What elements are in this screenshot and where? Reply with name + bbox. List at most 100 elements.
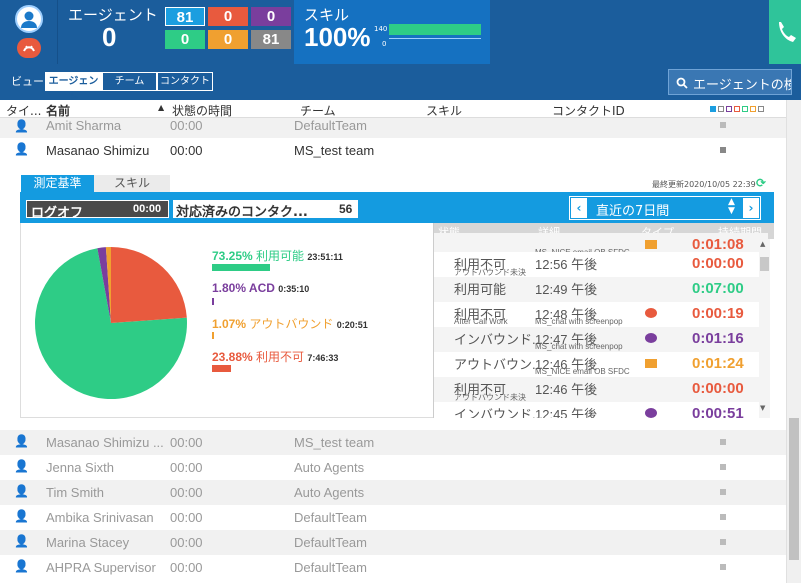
table-row[interactable]: 👤 Amit Sharma 00:00 DefaultTeam bbox=[0, 118, 786, 138]
period-value[interactable]: 直近の7日間 bbox=[596, 200, 669, 219]
list-item[interactable]: インバウンド... 12:47 午後 MS_chat with screenpop 0… bbox=[434, 327, 768, 352]
tab-agents[interactable]: エージェント bbox=[45, 72, 102, 104]
period-dropdown-icon[interactable]: ▲ ▼ bbox=[728, 198, 735, 216]
list-scrollbar[interactable]: ▲ ▼ bbox=[759, 239, 770, 418]
status-square bbox=[720, 147, 726, 153]
counter-loggedout[interactable]: 81 bbox=[251, 30, 291, 49]
list-detail: MS_chat with screenpop bbox=[535, 342, 623, 351]
header-name[interactable]: 名前 bbox=[46, 102, 70, 119]
table-row[interactable]: 👤 Masanao Shimizu 00:00 MS_test team bbox=[0, 138, 786, 163]
table-row[interactable]: 👤 Ambika Srinivasan 00:00 DefaultTeam bbox=[0, 505, 786, 530]
table-row[interactable]: 👤 Jenna Sixth 00:00 Auto Agents bbox=[0, 455, 786, 480]
header-state-time[interactable]: 状態の時間 bbox=[172, 102, 232, 119]
table-row[interactable]: 👤 Marina Stacey 00:00 DefaultTeam bbox=[0, 530, 786, 555]
header-team[interactable]: チーム bbox=[300, 102, 336, 119]
list-duration: 0:01:16 bbox=[692, 330, 744, 347]
team: DefaultTeam bbox=[294, 535, 367, 550]
skill-bar-fill bbox=[389, 24, 481, 35]
tab-metrics[interactable]: 測定基準 bbox=[21, 175, 94, 192]
state-time: 00:00 bbox=[170, 143, 203, 158]
table-row[interactable]: 👤 Tim Smith 00:00 Auto Agents bbox=[0, 480, 786, 505]
state-time: 00:00 bbox=[170, 560, 203, 575]
tab-skills[interactable]: スキル bbox=[94, 175, 170, 192]
list-item[interactable]: アウトバウン... 12:46 午後 MS_NICE email OB SFDC 0:… bbox=[434, 352, 768, 377]
list-detail: MS_NICE email OB SFDC bbox=[535, 367, 630, 376]
scroll-thumb[interactable] bbox=[789, 418, 799, 560]
logoff-time: 00:00 bbox=[133, 203, 162, 215]
search-box[interactable]: エージェントの検索 bbox=[668, 69, 792, 95]
metric-label: アウトバウンド bbox=[249, 317, 334, 331]
prev-period-button[interactable]: ‹ bbox=[571, 198, 587, 218]
color-legend-icon[interactable] bbox=[710, 106, 772, 114]
skill-scale-max: 140 bbox=[374, 25, 388, 33]
avatar[interactable] bbox=[15, 5, 43, 33]
counter-available[interactable]: 0 bbox=[165, 30, 205, 49]
status-square bbox=[720, 489, 726, 495]
phone-button[interactable] bbox=[769, 0, 801, 64]
logoff-box: ログオフ 00:00 bbox=[26, 200, 169, 221]
metric-pct: 23.88% bbox=[212, 350, 253, 364]
metric-unavailable: 23.88% 利用不可 7:46:33 bbox=[212, 348, 338, 365]
list-item[interactable]: 利用不可 アウトバウンド未決 12:46 午後 0:00:00 bbox=[434, 377, 768, 402]
counter-acd[interactable]: 81 bbox=[165, 7, 205, 26]
search-input[interactable]: エージェントの検索 bbox=[693, 74, 791, 93]
counter-inbound[interactable]: 0 bbox=[251, 7, 291, 26]
table-row[interactable]: 👤 AHPRA Supervisor 00:00 DefaultTeam bbox=[0, 555, 786, 580]
state-time: 00:00 bbox=[170, 535, 203, 550]
logout-icon[interactable] bbox=[17, 38, 41, 58]
state-time: 00:00 bbox=[170, 118, 203, 133]
header-type[interactable]: タイ... bbox=[6, 102, 41, 119]
list-time: 12:45 午後 bbox=[535, 407, 598, 418]
period-selector[interactable]: ‹ 直近の7日間 ▲ ▼ › bbox=[569, 196, 761, 220]
person-icon: 👤 bbox=[14, 534, 29, 548]
refresh-icon[interactable]: ⟳ bbox=[756, 176, 766, 190]
metric-bar-unavailable bbox=[212, 365, 231, 372]
tab-contacts[interactable]: コンタクト bbox=[157, 72, 213, 91]
user-icon bbox=[21, 11, 37, 28]
agent-name: Marina Stacey bbox=[46, 535, 130, 550]
tab-teams[interactable]: チーム bbox=[102, 72, 157, 91]
history-list: 状態 詳細 タイプ 持続期間 MS_NICE email OB SFDC0:01… bbox=[433, 223, 774, 418]
list-time: 12:56 午後 bbox=[535, 257, 598, 272]
team: DefaultTeam bbox=[294, 118, 367, 133]
team: DefaultTeam bbox=[294, 510, 367, 525]
skill-summary: スキル 100% 140 0 bbox=[294, 0, 490, 64]
agent-name: Amit Sharma bbox=[46, 118, 122, 133]
header-contact-id[interactable]: コンタクトID bbox=[552, 102, 625, 119]
metric-time: 7:46:33 bbox=[307, 353, 339, 363]
next-period-button[interactable]: › bbox=[743, 198, 759, 218]
agent-avatar-panel bbox=[0, 0, 58, 64]
chat-icon bbox=[645, 333, 657, 343]
header-skill[interactable]: スキル bbox=[426, 102, 462, 119]
chart-area: 73.25% 利用可能 23:51:11 1.80% ACD 0:35:10 1… bbox=[20, 223, 439, 418]
state-time: 00:00 bbox=[170, 510, 203, 525]
metric-pct: 73.25% bbox=[212, 249, 253, 263]
scroll-down-icon[interactable]: ▼ bbox=[760, 404, 765, 412]
list-item[interactable]: 利用不可 After Call Work 12:48 午後 MS_chat with … bbox=[434, 302, 768, 327]
agent-name: Jenna Sixth bbox=[46, 460, 114, 475]
status-square bbox=[720, 564, 726, 570]
counter-outbound[interactable]: 0 bbox=[208, 30, 248, 49]
status-square bbox=[720, 539, 726, 545]
counter-unavailable[interactable]: 0 bbox=[208, 7, 248, 26]
table-row[interactable]: 👤 Masanao Shimizu ... 00:00 MS_test team bbox=[0, 430, 786, 455]
team: MS_test team bbox=[294, 143, 375, 158]
table-scrollbar[interactable] bbox=[786, 100, 801, 583]
scroll-up-icon[interactable]: ▲ bbox=[760, 240, 765, 248]
list-item[interactable]: 利用可能 12:49 午後 0:07:00 bbox=[434, 277, 768, 302]
list-duration: 0:01:08 bbox=[692, 236, 744, 253]
agent-name: Tim Smith bbox=[46, 485, 105, 500]
list-duration: 0:07:00 bbox=[692, 280, 744, 297]
skill-bar-baseline bbox=[389, 38, 481, 39]
email-icon bbox=[645, 240, 657, 249]
top-bar-spacer bbox=[490, 0, 769, 64]
agent-name: Ambika Srinivasan bbox=[46, 510, 154, 525]
agent-name: Masanao Shimizu ... bbox=[46, 435, 164, 450]
list-duration: 0:00:51 bbox=[692, 405, 744, 418]
person-icon: 👤 bbox=[14, 559, 29, 573]
list-item[interactable]: 利用不可 アウトバウンド未決 12:56 午後 0:00:00 bbox=[434, 252, 768, 277]
pie-slice-3[interactable] bbox=[111, 247, 187, 323]
person-icon: 👤 bbox=[14, 142, 29, 156]
list-item[interactable]: インバウンド... 12:45 午後 0:00:51 bbox=[434, 402, 768, 418]
scroll-thumb[interactable] bbox=[760, 257, 769, 271]
